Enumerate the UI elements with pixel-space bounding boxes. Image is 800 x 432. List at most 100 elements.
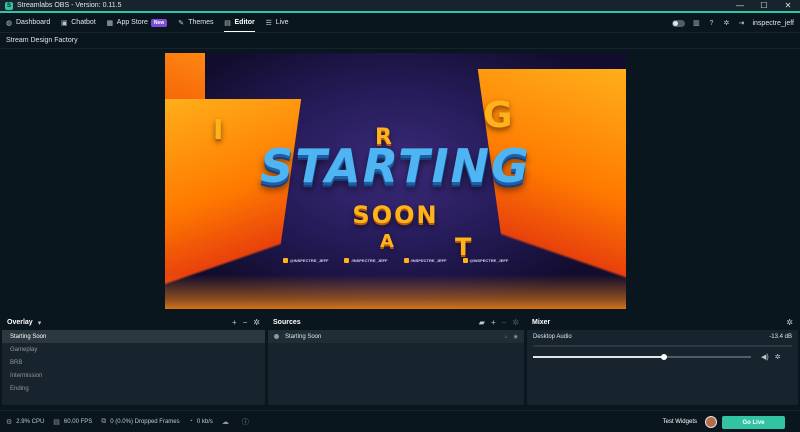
avatar[interactable] [705,415,717,428]
night-mode-toggle[interactable] [672,19,686,27]
volume-slider[interactable] [533,354,751,360]
source-scene-icon [274,334,279,339]
logout-icon[interactable]: ⇥ [737,19,745,27]
scene-item[interactable]: Gameplay [2,343,265,356]
speaker-icon[interactable]: ◀) [761,353,769,361]
scene-item[interactable]: Starting Soon [2,330,265,343]
twitch-icon [344,258,350,263]
eye-icon[interactable]: ◉ [514,334,518,340]
close-button[interactable]: ✕ [776,0,800,11]
folder-icon[interactable]: ▰ [479,318,485,327]
cpu-value: 2.9% CPU [16,418,45,425]
nav-app-store-label: App Store [116,19,148,26]
themes-icon: ✎ [178,19,185,27]
nav-chatbot[interactable]: ▣ Chatbot [60,13,96,33]
sources-panel: Sources ▰ + − ✲ Starting Soon ⌂ ◉ [268,315,524,405]
dropped-frames-stat: ⧉ 0 (0.0%) Dropped Frames [101,418,179,426]
flame-bottom [165,275,626,309]
nav-themes[interactable]: ✎ Themes [177,13,213,33]
volume-knob[interactable] [660,354,667,360]
nav-editor[interactable]: ▤ Editor [223,13,255,33]
source-item-label: Starting Soon [285,333,322,340]
scene-item[interactable]: Intermission [2,369,265,382]
new-badge: New [150,18,168,27]
scene-collection-title: Stream Design Factory [0,33,800,49]
mixer-channel-name: Desktop Audio [533,334,572,340]
bandwidth-icon: ◔ [188,418,193,425]
source-item[interactable]: Starting Soon ⌂ ◉ [268,330,524,343]
bandwidth-value: 0 kb/s [196,418,213,425]
starting-headline: STARTING [260,139,531,193]
add-source-button[interactable]: + [491,318,496,327]
volume-row: ◀) ✲ [533,353,792,361]
twitch-handle-text: /INSPECTRE_JEFF [351,258,388,263]
gear-icon[interactable]: ✲ [722,19,730,27]
info-icon[interactable]: ⓘ [242,417,249,427]
source-settings-gear-icon[interactable]: ✲ [512,318,519,327]
mixer-channel: Desktop Audio -13.4 dB ◀) ✲ [527,330,798,365]
test-widgets-button[interactable]: Test Widgets [663,419,697,425]
youtube-handle: /INSPECTRE_JEFF [403,258,447,263]
mixer-header: Mixer ✲ [527,315,798,330]
preview-area: I G R A T STARTING SOON @INSPECTRE_JEFF … [0,49,800,313]
frames-icon: ⧉ [101,417,107,425]
scene-settings-gear-icon[interactable]: ✲ [253,318,260,327]
nav-dashboard-label: Dashboard [16,19,51,26]
maximize-button[interactable]: ☐ [752,0,776,11]
floating-letter: G [483,95,513,136]
nav-live-label: Live [275,19,289,26]
nav-right-tools: ▥ ? ✲ ⇥ inspectre_jeff [672,13,794,33]
nav-editor-label: Editor [234,19,255,26]
social-handles: @INSPECTRE_JEFF /INSPECTRE_JEFF /INSPECT… [165,258,626,263]
add-scene-button[interactable]: + [232,318,237,327]
scene-item[interactable]: BRB [2,356,265,369]
chevron-down-icon[interactable]: ▾ [38,319,42,327]
bandwidth-stat: ◔ 0 kb/s [189,418,213,425]
mixer-settings-gear-icon[interactable]: ✲ [786,318,793,327]
nav-dashboard[interactable]: ◍ Dashboard [5,13,50,33]
username[interactable]: inspectre_jeff [752,20,794,27]
cpu-icon: ⚙ [6,418,13,426]
soon-subline: SOON [352,201,439,229]
lock-icon[interactable]: ⌂ [505,334,508,340]
sources-tools: ▰ + − ✲ [479,318,519,327]
nav-themes-label: Themes [188,19,214,26]
channel-gear-icon[interactable]: ✲ [775,353,781,361]
help-icon[interactable]: ? [707,19,715,27]
nav-chatbot-label: Chatbot [71,19,96,26]
instagram-icon [462,258,468,263]
nav-live[interactable]: ☰ Live [265,13,289,33]
window-title: Streamlabs OBS - Version: 0.11.5 [17,2,122,9]
scene-item[interactable]: Ending [2,382,265,395]
remove-source-button[interactable]: − [502,318,507,327]
minimize-button[interactable]: — [728,0,752,11]
store-icon: ▦ [106,19,114,27]
instagram-handle: @INSPECTRE_JEFF [462,258,508,263]
floating-letter: T [455,233,472,261]
window-titlebar: S Streamlabs OBS - Version: 0.11.5 — ☐ ✕ [0,0,800,13]
dashboard-icon: ◍ [5,19,13,27]
layout-icon[interactable]: ▥ [692,19,700,27]
cpu-stat: ⚙ 2.9% CPU [6,418,44,426]
streamlabs-logo-icon: S [5,1,13,10]
twitter-icon [282,258,288,263]
remove-scene-button[interactable]: − [243,318,248,327]
twitch-handle: /INSPECTRE_JEFF [344,258,388,263]
dropped-frames-value: 0 (0.0%) Dropped Frames [110,418,180,425]
floating-letter: A [380,231,394,252]
mixer-panel: Mixer ✲ Desktop Audio -13.4 dB ◀) ✲ [527,315,798,405]
fps-value: 60.00 FPS [63,418,93,425]
scene-collection-selector[interactable]: Overlay [7,319,33,326]
twitter-handle-text: @INSPECTRE_JEFF [289,258,329,263]
twitter-handle: @INSPECTRE_JEFF [282,258,329,263]
status-footer: ⚙ 2.9% CPU ▤ 60.00 FPS ⧉ 0 (0.0%) Dropped F… [0,410,800,432]
film-icon: ▤ [53,418,60,426]
scenes-header: Overlay ▾ + − ✲ [2,315,265,330]
mixer-title: Mixer [532,319,551,326]
youtube-icon [403,258,409,263]
cloud-icon[interactable]: ☁ [222,418,229,426]
scenes-panel: Overlay ▾ + − ✲ Starting Soon Gameplay B… [2,315,265,405]
go-live-button[interactable]: Go Live [722,416,785,429]
stream-preview[interactable]: I G R A T STARTING SOON @INSPECTRE_JEFF … [165,53,626,309]
nav-app-store[interactable]: ▦ App Store New [106,13,168,33]
